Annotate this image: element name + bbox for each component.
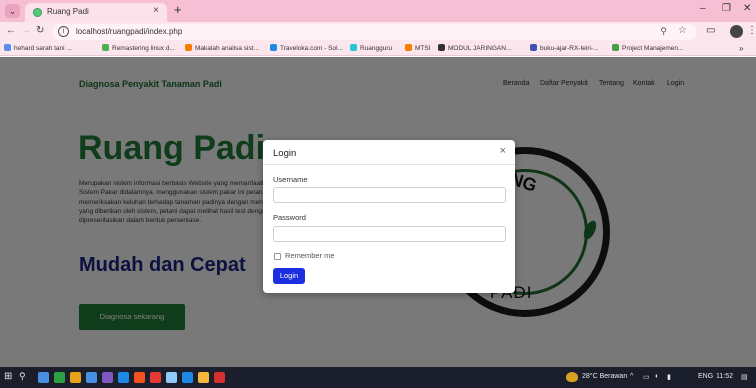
bookmark-item[interactable]: MTSI xyxy=(405,44,431,52)
windows-taskbar: ⊞ ⚲ 28°C Berawan ^ ▭ ◐ ▮ ENG 11:52 ▤ xyxy=(0,367,756,388)
bookmark-item[interactable]: Makalah analisa sist... xyxy=(185,44,259,52)
bookmarks-bar: » hehard sarah tani ... Remastering linux… xyxy=(0,42,756,56)
profile-avatar[interactable] xyxy=(730,25,743,38)
taskbar-app-icon[interactable] xyxy=(198,372,209,383)
taskbar-app-icon[interactable] xyxy=(70,372,81,383)
tab-search-button[interactable]: ⌄ xyxy=(5,4,20,18)
speaker-icon[interactable]: ◐ xyxy=(655,373,659,380)
search-icon[interactable]: ⚲ xyxy=(19,371,26,382)
bookmark-label: MODUL JARINGAN... xyxy=(448,45,512,52)
bookmark-item[interactable]: buku-ajar-RX-teiri-... xyxy=(530,44,599,52)
reload-icon[interactable]: ↻ xyxy=(36,25,44,36)
bookmark-label: buku-ajar-RX-teiri-... xyxy=(540,45,599,52)
bookmark-favicon-icon xyxy=(102,44,109,51)
bookmark-item[interactable]: Project Manajemen... xyxy=(612,44,683,52)
forward-arrow-icon[interactable]: → xyxy=(21,25,31,36)
clock[interactable]: 11:52 xyxy=(716,373,733,380)
bookmark-item[interactable]: Remastering linux d... xyxy=(102,44,175,52)
tray-chevron-icon[interactable]: ^ xyxy=(630,373,633,380)
url-text[interactable]: localhost/ruangpadi/index.php xyxy=(76,27,182,36)
language-indicator[interactable]: ENG xyxy=(698,373,713,380)
taskbar-app-icon[interactable] xyxy=(214,372,225,383)
taskbar-app-icon[interactable] xyxy=(134,372,145,383)
bookmark-item[interactable]: MODUL JARINGAN... xyxy=(438,44,511,52)
restore-button[interactable]: ❐ xyxy=(722,3,731,14)
modal-header: Login × xyxy=(263,140,515,165)
tab-close-icon[interactable]: × xyxy=(153,5,159,16)
bookmark-label: Makalah analisa sist... xyxy=(195,45,259,52)
menu-kebab-icon[interactable]: ⋮ xyxy=(747,25,756,36)
username-input[interactable] xyxy=(273,187,506,203)
battery-icon[interactable]: ▮ xyxy=(667,373,671,381)
bookmark-star-icon[interactable]: ☆ xyxy=(678,25,687,36)
new-tab-button[interactable]: + xyxy=(174,2,182,17)
login-modal: Login × Username Password Remember me Lo… xyxy=(263,140,515,293)
bookmark-favicon-icon xyxy=(185,44,192,51)
username-label: Username xyxy=(273,175,308,184)
tab-title: Ruang Padi xyxy=(47,7,89,16)
taskbar-app-icon[interactable] xyxy=(118,372,129,383)
browser-toolbar: ← → ↻ i localhost/ruangpadi/index.php ⚲ … xyxy=(0,22,756,42)
password-label: Password xyxy=(273,213,306,222)
bookmark-favicon-icon xyxy=(612,44,619,51)
close-icon[interactable]: × xyxy=(500,145,506,157)
bookmark-label: hehard sarah tani ... xyxy=(14,45,72,52)
bookmark-favicon-icon xyxy=(350,44,357,51)
close-window-button[interactable]: ✕ xyxy=(743,3,751,14)
remember-me-checkbox[interactable] xyxy=(274,253,281,260)
back-arrow-icon[interactable]: ← xyxy=(6,25,16,36)
bookmark-favicon-icon xyxy=(4,44,11,51)
bookmark-favicon-icon xyxy=(270,44,277,51)
taskbar-app-icon[interactable] xyxy=(102,372,113,383)
bookmark-label: MTSI xyxy=(415,45,431,52)
web-page: Diagnosa Penyakit Tanaman Padi Beranda D… xyxy=(0,57,756,367)
bookmark-label: Remastering linux d... xyxy=(112,45,175,52)
bookmark-label: Project Manajemen... xyxy=(622,45,684,52)
bookmark-item[interactable]: Ruangguru xyxy=(350,44,392,52)
taskbar-app-icon[interactable] xyxy=(38,372,49,383)
site-info-icon[interactable]: i xyxy=(58,26,69,37)
minimize-button[interactable]: – xyxy=(700,3,706,14)
password-input[interactable] xyxy=(273,226,506,242)
notifications-icon[interactable]: ▤ xyxy=(741,373,748,381)
bookmark-item[interactable]: hehard sarah tani ... xyxy=(4,44,72,52)
bookmark-label: Ruangguru xyxy=(360,45,393,52)
browser-tab-strip: ⌄ Ruang Padi × + – ❐ ✕ xyxy=(0,0,756,22)
zoom-icon[interactable]: ⚲ xyxy=(660,26,667,37)
taskbar-app-icon[interactable] xyxy=(166,372,177,383)
taskbar-app-icon[interactable] xyxy=(150,372,161,383)
taskbar-app-icon[interactable] xyxy=(182,372,193,383)
sidebar-icon[interactable]: ▭ xyxy=(706,25,715,36)
weather-icon[interactable] xyxy=(566,372,578,382)
bookmark-label: Traveloka.com - Sol... xyxy=(280,45,343,52)
taskbar-app-icon[interactable] xyxy=(86,372,97,383)
modal-title: Login xyxy=(273,148,297,159)
remember-me-label[interactable]: Remember me xyxy=(285,251,335,260)
address-bar[interactable]: i localhost/ruangpadi/index.php ⚲ ☆ xyxy=(52,24,697,40)
bookmark-favicon-icon xyxy=(530,44,537,51)
bookmark-favicon-icon xyxy=(405,44,412,51)
bookmark-item[interactable]: Traveloka.com - Sol... xyxy=(270,44,343,52)
network-icon[interactable]: ▭ xyxy=(643,373,650,381)
weather-text[interactable]: 28°C Berawan xyxy=(582,373,627,380)
ruang-padi-favicon xyxy=(33,8,42,17)
bookmark-favicon-icon xyxy=(438,44,445,51)
login-submit-button[interactable]: Login xyxy=(273,268,305,284)
bookmarks-overflow-icon[interactable]: » xyxy=(739,44,743,53)
browser-tab-active[interactable]: Ruang Padi × xyxy=(25,3,167,22)
start-windows-icon[interactable]: ⊞ xyxy=(4,371,12,382)
taskbar-app-icon[interactable] xyxy=(54,372,65,383)
